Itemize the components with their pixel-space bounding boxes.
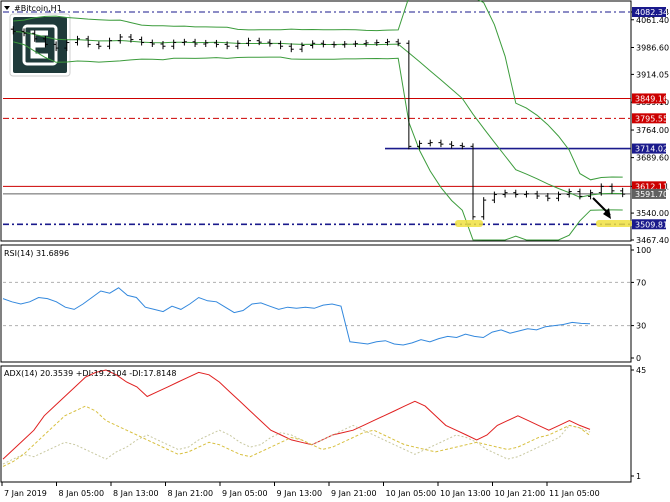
- price-tick-label: 3540.00: [636, 209, 669, 218]
- price-tick-label: 3689.60: [636, 154, 669, 163]
- adx-label: ADX(14) 20.3539 +DI:19.2104 -DI:17.8148: [4, 369, 176, 378]
- rsi-layer: [2, 281, 630, 346]
- minus-di-line: [2, 405, 591, 467]
- collapse-triangle-icon[interactable]: [4, 6, 10, 10]
- rsi-label: RSI(14) 31.6896: [4, 249, 69, 258]
- rsi-axis: 100 70 30 0: [631, 246, 651, 363]
- adx-tick-label: 45: [636, 366, 646, 375]
- plus-di-line: [2, 424, 591, 465]
- rsi-tick-label: 100: [636, 246, 651, 255]
- level-tag-label: 3849.16: [635, 94, 668, 103]
- time-tick-label: 7 Jan 2019: [4, 489, 47, 498]
- price-tick-label: 3986.60: [636, 43, 669, 52]
- rsi-panel-frame: [0, 244, 632, 363]
- broker-logo: [9, 13, 71, 77]
- time-tick-label: 9 Jan 21:00: [331, 489, 377, 498]
- chart-svg[interactable]: #Bitcoin,H1 4082.344061.403986.603914.05…: [0, 0, 670, 502]
- support-highlight-right: [596, 220, 632, 227]
- adx-tick-label: 1: [636, 472, 641, 481]
- level-tags: 4082.343849.163795.553714.023612.113591.…: [632, 7, 668, 230]
- bollinger-lower: [13, 41, 623, 241]
- level-tag-label: 4082.34: [635, 8, 668, 17]
- price-axis: 4082.344061.403986.603914.053839.103764.…: [631, 8, 669, 245]
- bollinger-bands-layer: [13, 0, 623, 241]
- price-panel-frame: [0, 0, 632, 242]
- bollinger-upper: [13, 0, 623, 181]
- time-tick-label: 8 Jan 05:00: [59, 489, 105, 498]
- rsi-tick-label: 30: [636, 322, 646, 331]
- time-tick-label: 10 Jan 05:00: [386, 489, 437, 498]
- rsi-tick-label: 70: [636, 278, 646, 287]
- time-tick-label: 11 Jan 05:00: [549, 489, 600, 498]
- level-tag-label: 3591.70: [635, 190, 668, 199]
- price-tick-label: 3764.00: [636, 126, 669, 135]
- price-tick-label: 3914.05: [636, 70, 669, 79]
- level-tag-label: 3509.81: [635, 220, 668, 229]
- price-tick-label: 3467.40: [636, 236, 669, 245]
- level-tag-label: 3795.55: [635, 114, 668, 123]
- rsi-line: [2, 287, 591, 346]
- time-axis: 7 Jan 2019 8 Jan 05:00 8 Jan 13:00 8 Jan 21…: [1, 482, 600, 498]
- level-tag-label: 3714.02: [635, 145, 668, 154]
- adx-line: [2, 369, 591, 460]
- time-tick-label: 9 Jan 13:00: [277, 489, 323, 498]
- adx-layer: [2, 369, 591, 467]
- rsi-tick-label: 0: [636, 354, 641, 363]
- price-tick-label: 4061.40: [636, 16, 669, 25]
- time-tick-label: 10 Jan 13:00: [440, 489, 491, 498]
- time-tick-label: 8 Jan 13:00: [113, 489, 159, 498]
- time-tick-label: 9 Jan 05:00: [222, 489, 268, 498]
- candles-layer: [10, 26, 626, 220]
- time-tick-label: 10 Jan 21:00: [495, 489, 546, 498]
- bollinger-middle: [13, 30, 623, 198]
- adx-axis: 45 1: [631, 366, 646, 481]
- support-highlight-left: [455, 220, 483, 227]
- time-tick-label: 8 Jan 21:00: [168, 489, 214, 498]
